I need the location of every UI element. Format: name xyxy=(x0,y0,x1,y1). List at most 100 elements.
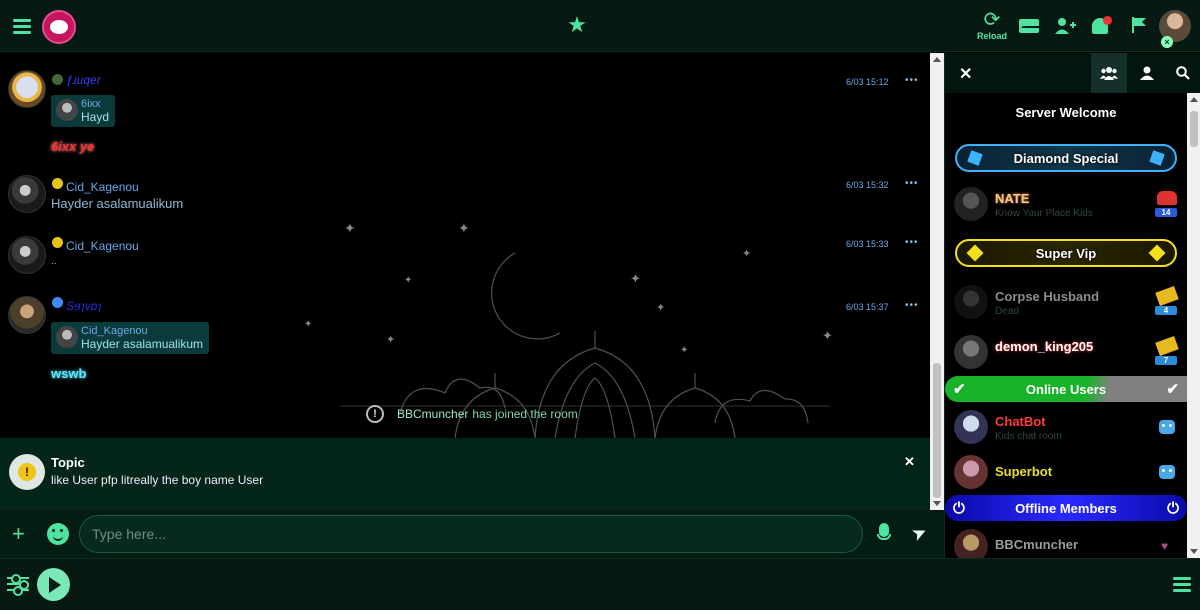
user-level: 7 xyxy=(1155,356,1177,365)
quote-text: Hayd xyxy=(81,110,110,124)
main-menu-icon[interactable] xyxy=(10,14,34,38)
bottom-bar xyxy=(0,558,1200,610)
status-close-icon: × xyxy=(1161,36,1173,48)
message-options-icon[interactable]: ••• xyxy=(905,300,919,311)
user-name: Corpse Husband xyxy=(995,289,1100,304)
message-time: 6/03 15:12 xyxy=(846,77,889,87)
message-time: 6/03 15:32 xyxy=(846,180,889,190)
ramadan-background-art: ✦ ✦ ✦ ✦ ✦ ✦ ✦ ✦ ✦ ✦ xyxy=(304,220,833,438)
reload-label: Reload xyxy=(976,31,1007,41)
avatar[interactable] xyxy=(8,175,46,213)
super-vip-label: Super Vip xyxy=(1035,245,1097,261)
close-panel-icon[interactable]: ✕ xyxy=(959,64,972,84)
user-list-item[interactable]: BBCmuncher ♥ xyxy=(945,525,1187,558)
user-list-item[interactable]: NATE Know Your Place Kids 14 xyxy=(945,183,1187,227)
vip-gem-icon xyxy=(966,244,984,262)
message-text: wswb xyxy=(51,366,87,381)
scroll-up-icon[interactable] xyxy=(1190,97,1198,102)
check-icon: ✔ xyxy=(1166,381,1179,398)
heart-icon: ♥ xyxy=(1161,539,1169,553)
attach-plus-icon[interactable]: + xyxy=(12,523,25,545)
power-icon: ⏻ xyxy=(1167,499,1179,517)
scroll-thumb[interactable] xyxy=(933,363,941,498)
avatar[interactable] xyxy=(8,296,46,334)
quote-avatar xyxy=(56,99,78,121)
mail-icon[interactable] xyxy=(1018,15,1040,37)
chat-scrollbar[interactable] xyxy=(930,53,944,510)
svg-text:✦: ✦ xyxy=(386,334,395,346)
warning-icon: ! xyxy=(18,463,36,481)
panel-header: ✕ xyxy=(945,53,1200,93)
site-logo[interactable] xyxy=(42,10,76,44)
settings-sliders-icon[interactable] xyxy=(7,574,29,596)
topic-icon: ! xyxy=(9,454,45,490)
quote-username: Cid_Kagenou xyxy=(81,325,148,337)
message-options-icon[interactable]: ••• xyxy=(905,178,919,189)
report-flag-icon[interactable] xyxy=(1128,14,1150,36)
topic-title: Topic xyxy=(51,455,85,470)
my-avatar[interactable]: × xyxy=(1159,10,1191,48)
message-input-bar: + ➤ xyxy=(0,510,944,558)
svg-text:✦: ✦ xyxy=(822,328,833,343)
user-status: Know Your Place Kids xyxy=(995,208,1093,219)
diamond-special-label: Diamond Special xyxy=(1013,150,1119,166)
scroll-down-icon[interactable] xyxy=(933,501,941,506)
user-list-scrollbar[interactable] xyxy=(1187,93,1200,558)
quoted-message: Cid_Kagenou Hayder asalamualikum xyxy=(51,322,210,354)
rank-icon xyxy=(1157,191,1177,205)
tab-search[interactable] xyxy=(1165,53,1200,93)
svg-text:✦: ✦ xyxy=(630,271,641,286)
add-friend-icon[interactable] xyxy=(1054,14,1078,38)
user-list-menu-icon[interactable] xyxy=(1173,577,1191,595)
topic-text: like User pfp litreally the boy name Use… xyxy=(51,473,264,487)
tab-friends[interactable] xyxy=(1129,53,1165,93)
avatar[interactable] xyxy=(8,236,46,274)
rank-icon xyxy=(1155,286,1179,306)
microphone-icon[interactable] xyxy=(877,523,891,545)
send-icon[interactable]: ➤ xyxy=(908,521,931,546)
refresh-icon: ⟳ xyxy=(983,9,1001,31)
user-status: Dead xyxy=(995,306,1019,317)
svg-text:✦: ✦ xyxy=(344,220,356,236)
message-username[interactable]: Cid_Kagenou xyxy=(66,239,139,253)
user-icon xyxy=(1140,66,1154,80)
notifications-icon[interactable] xyxy=(1088,14,1112,38)
play-radio-button[interactable] xyxy=(37,568,70,601)
message-username[interactable]: Sɘɿvɒɿ xyxy=(66,299,101,313)
chat-area: ✦ ✦ ✦ ✦ ✦ ✦ ✦ ✦ ✦ ✦ ƒɹuqer 6/03 15:12 ••… xyxy=(0,53,930,438)
rank-badge xyxy=(52,237,63,248)
scroll-down-icon[interactable] xyxy=(1190,549,1198,554)
user-name: Superbot xyxy=(995,464,1053,479)
user-name: NATE xyxy=(995,191,1030,206)
message-options-icon[interactable]: ••• xyxy=(905,237,919,248)
message-input[interactable] xyxy=(79,515,863,553)
avatar[interactable] xyxy=(8,70,46,108)
avatar xyxy=(954,455,988,489)
server-welcome-title: Server Welcome xyxy=(1015,105,1117,120)
close-topic-icon[interactable]: ✕ xyxy=(904,454,915,470)
rank-badge xyxy=(52,297,63,308)
user-list-item[interactable]: Superbot xyxy=(945,451,1187,495)
message-username[interactable]: Cid_Kagenou xyxy=(66,180,139,194)
message-username[interactable]: ƒɹuqer xyxy=(66,73,101,87)
reload-button[interactable]: ⟳ Reload xyxy=(974,8,1010,44)
offline-members-label: Offline Members xyxy=(1015,500,1117,516)
avatar xyxy=(954,335,988,369)
emoji-icon[interactable] xyxy=(47,523,69,545)
user-list-item[interactable]: demon_king205 7 xyxy=(945,331,1187,375)
info-icon: ! xyxy=(366,405,384,423)
svg-text:✦: ✦ xyxy=(742,248,751,260)
scroll-up-icon[interactable] xyxy=(933,57,941,62)
joined-username[interactable]: BBCmuncher xyxy=(397,407,468,421)
users-group-icon xyxy=(1100,67,1118,80)
rank-badge xyxy=(52,74,63,85)
favorite-star-icon[interactable]: ★ xyxy=(566,14,588,36)
user-list-item[interactable]: ChatBot Kids chat room xyxy=(945,406,1187,450)
user-name: demon_king205 xyxy=(995,339,1094,354)
top-bar: ★ ⟳ Reload × xyxy=(0,0,1200,52)
user-list-item[interactable]: Corpse Husband Dead 4 xyxy=(945,281,1187,325)
message-options-icon[interactable]: ••• xyxy=(905,75,919,86)
tab-users[interactable] xyxy=(1091,53,1127,93)
user-level: 4 xyxy=(1155,306,1177,315)
scroll-thumb[interactable] xyxy=(1190,111,1198,147)
